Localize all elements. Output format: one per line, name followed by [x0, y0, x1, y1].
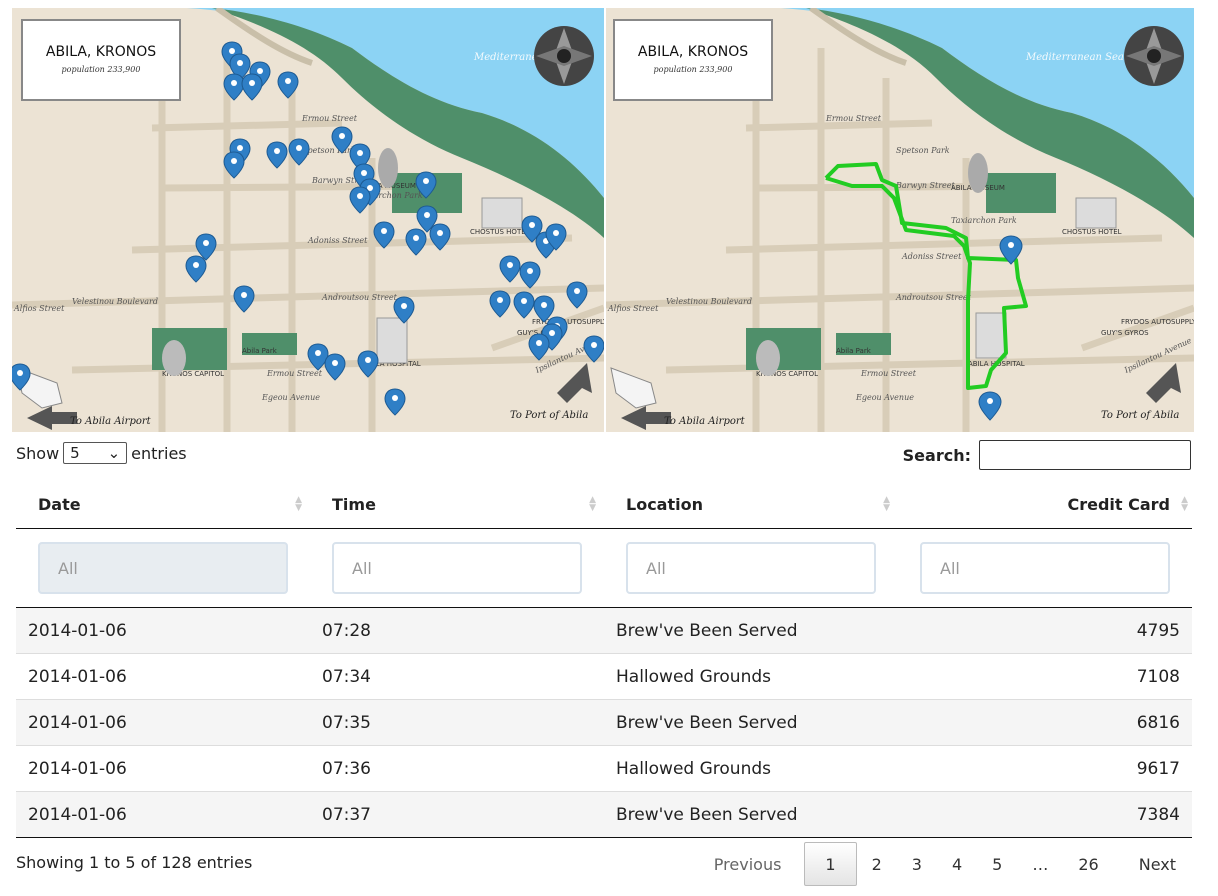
filter-row: All All All All — [16, 528, 1192, 608]
column-header-time[interactable]: Time ▲ ▼ — [310, 480, 604, 529]
sort-icon: ▲ ▼ — [589, 495, 596, 513]
cell-credit-card: 7108 — [898, 653, 1192, 700]
cell-location: Hallowed Grounds — [604, 653, 898, 700]
svg-text:Abila Park: Abila Park — [242, 347, 278, 355]
svg-text:Egeou Avenue: Egeou Avenue — [855, 393, 914, 402]
cell-date: 2014-01-06 — [16, 745, 310, 792]
cell-time: 07:35 — [310, 699, 604, 746]
svg-text:Androutsou Street: Androutsou Street — [895, 293, 972, 302]
cell-date: 2014-01-06 — [16, 699, 310, 746]
svg-text:GUY'S GYROS: GUY'S GYROS — [1101, 329, 1149, 337]
cell-date: 2014-01-06 — [16, 653, 310, 700]
filter-credit-card[interactable]: All — [920, 542, 1170, 594]
map-population: population 233,900 — [654, 65, 733, 74]
cell-credit-card: 9617 — [898, 745, 1192, 792]
search-input[interactable] — [979, 440, 1191, 470]
entries-label: entries — [131, 443, 187, 463]
svg-text:To Port of Abila: To Port of Abila — [1101, 410, 1179, 421]
svg-text:Velestinou Boulevard: Velestinou Boulevard — [666, 297, 752, 306]
show-label: Show — [16, 443, 60, 463]
page-ellipsis: … — [1032, 854, 1049, 874]
next-button[interactable]: Next — [1124, 843, 1191, 885]
table-row[interactable]: 2014-01-06 07:37 Brew've Been Served 738… — [16, 791, 1192, 838]
svg-text:Ermou Street: Ermou Street — [860, 369, 917, 378]
column-header-location[interactable]: Location ▲ ▼ — [604, 480, 898, 529]
svg-text:Ermou Street: Ermou Street — [825, 114, 882, 123]
svg-text:Spetson Park: Spetson Park — [896, 146, 950, 155]
cell-date: 2014-01-06 — [16, 791, 310, 838]
column-header-date[interactable]: Date ▲ ▼ — [16, 480, 310, 529]
svg-text:To Abila Airport: To Abila Airport — [664, 416, 746, 427]
svg-text:Barwyn Street: Barwyn Street — [895, 181, 956, 190]
svg-text:Abila Park: Abila Park — [836, 347, 872, 355]
map-right[interactable]: ABILA, KRONOS population 233,900 Mediter… — [606, 8, 1194, 432]
map-left-canvas[interactable]: ABILA, KRONOS population 233,900 Mediter… — [12, 8, 604, 432]
map-left[interactable]: ABILA, KRONOS population 233,900 Mediter… — [12, 8, 604, 432]
svg-text:CHOSTUS HOTEL: CHOSTUS HOTEL — [470, 228, 530, 236]
cell-credit-card: 7384 — [898, 791, 1192, 838]
cell-date: 2014-01-06 — [16, 607, 310, 654]
cell-time: 07:36 — [310, 745, 604, 792]
svg-text:To Port of Abila: To Port of Abila — [510, 410, 588, 421]
svg-text:Ermou Street: Ermou Street — [301, 114, 358, 123]
table-row[interactable]: 2014-01-06 07:35 Brew've Been Served 681… — [16, 699, 1192, 746]
previous-button[interactable]: Previous — [699, 843, 797, 885]
cell-time: 07:34 — [310, 653, 604, 700]
sort-icon: ▲ ▼ — [883, 495, 890, 513]
svg-text:Adoniss Street: Adoniss Street — [307, 236, 368, 245]
cell-time: 07:28 — [310, 607, 604, 654]
table-controls: Show 5 ⌄ entries Search: — [16, 440, 1191, 474]
svg-text:FRYDOS AUTOSUPPLY: FRYDOS AUTOSUPPLY — [1121, 318, 1194, 326]
sort-icon: ▲ ▼ — [1181, 495, 1188, 513]
compass-icon — [1124, 26, 1184, 86]
svg-text:Alfios Street: Alfios Street — [607, 304, 659, 313]
page-button-26[interactable]: 26 — [1063, 843, 1113, 885]
map-title: ABILA, KRONOS — [46, 44, 156, 60]
map-population: population 233,900 — [62, 65, 141, 74]
svg-text:Taxiarchon Park: Taxiarchon Park — [951, 216, 1017, 225]
cell-location: Brew've Been Served — [604, 699, 898, 746]
table-row[interactable]: 2014-01-06 07:34 Hallowed Grounds 7108 — [16, 653, 1192, 700]
svg-text:Adoniss Street: Adoniss Street — [901, 252, 962, 261]
cell-credit-card: 4795 — [898, 607, 1192, 654]
svg-text:CHOSTUS HOTEL: CHOSTUS HOTEL — [1062, 228, 1122, 236]
sort-icon: ▲ ▼ — [295, 495, 302, 513]
svg-text:To Abila Airport: To Abila Airport — [70, 416, 152, 427]
page-button-4[interactable]: 4 — [937, 843, 977, 885]
svg-text:Egeou Avenue: Egeou Avenue — [261, 393, 320, 402]
page-button-2[interactable]: 2 — [857, 843, 897, 885]
page-button-3[interactable]: 3 — [897, 843, 937, 885]
filter-time[interactable]: All — [332, 542, 582, 594]
map-title: ABILA, KRONOS — [638, 44, 748, 60]
table-info: Showing 1 to 5 of 128 entries — [16, 853, 253, 872]
compass-icon — [534, 26, 594, 86]
svg-text:Ermou Street: Ermou Street — [266, 369, 323, 378]
page-button-5[interactable]: 5 — [977, 843, 1017, 885]
entries-length: Show 5 ⌄ entries — [16, 442, 187, 464]
filter-location[interactable]: All — [626, 542, 876, 594]
chevron-down-icon: ⌄ — [107, 444, 121, 462]
cell-credit-card: 6816 — [898, 699, 1192, 746]
svg-text:Velestinou Boulevard: Velestinou Boulevard — [72, 297, 158, 306]
cell-location: Brew've Been Served — [604, 607, 898, 654]
map-right-canvas[interactable]: ABILA, KRONOS population 233,900 Mediter… — [606, 8, 1194, 432]
svg-text:Alfios Street: Alfios Street — [13, 304, 65, 313]
column-header-credit-card[interactable]: Credit Card ▲ ▼ — [898, 480, 1192, 529]
filter-date[interactable]: All — [38, 542, 288, 594]
search-area: Search: — [903, 440, 1191, 470]
search-label: Search: — [902, 445, 971, 465]
cell-time: 07:37 — [310, 791, 604, 838]
cell-location: Hallowed Grounds — [604, 745, 898, 792]
page-button-1[interactable]: 1 — [804, 842, 857, 886]
cell-location: Brew've Been Served — [604, 791, 898, 838]
entries-select[interactable]: 5 ⌄ — [63, 442, 128, 464]
table-row[interactable]: 2014-01-06 07:28 Brew've Been Served 479… — [16, 607, 1192, 654]
header-row: Date ▲ ▼ Time ▲ ▼ Location ▲ ▼ Credit Card ▲ ▼ — [16, 480, 1192, 529]
table-row[interactable]: 2014-01-06 07:36 Hallowed Grounds 9617 — [16, 745, 1192, 792]
data-table: Date ▲ ▼ Time ▲ ▼ Location ▲ ▼ Credit Card ▲ ▼ A… — [16, 480, 1192, 838]
sea-label: Mediterranean Sea — [1025, 52, 1124, 63]
svg-text:Androutsou Street: Androutsou Street — [321, 293, 398, 302]
pagination: Previous 1 2 3 4 5 … 26 Next — [699, 842, 1191, 886]
